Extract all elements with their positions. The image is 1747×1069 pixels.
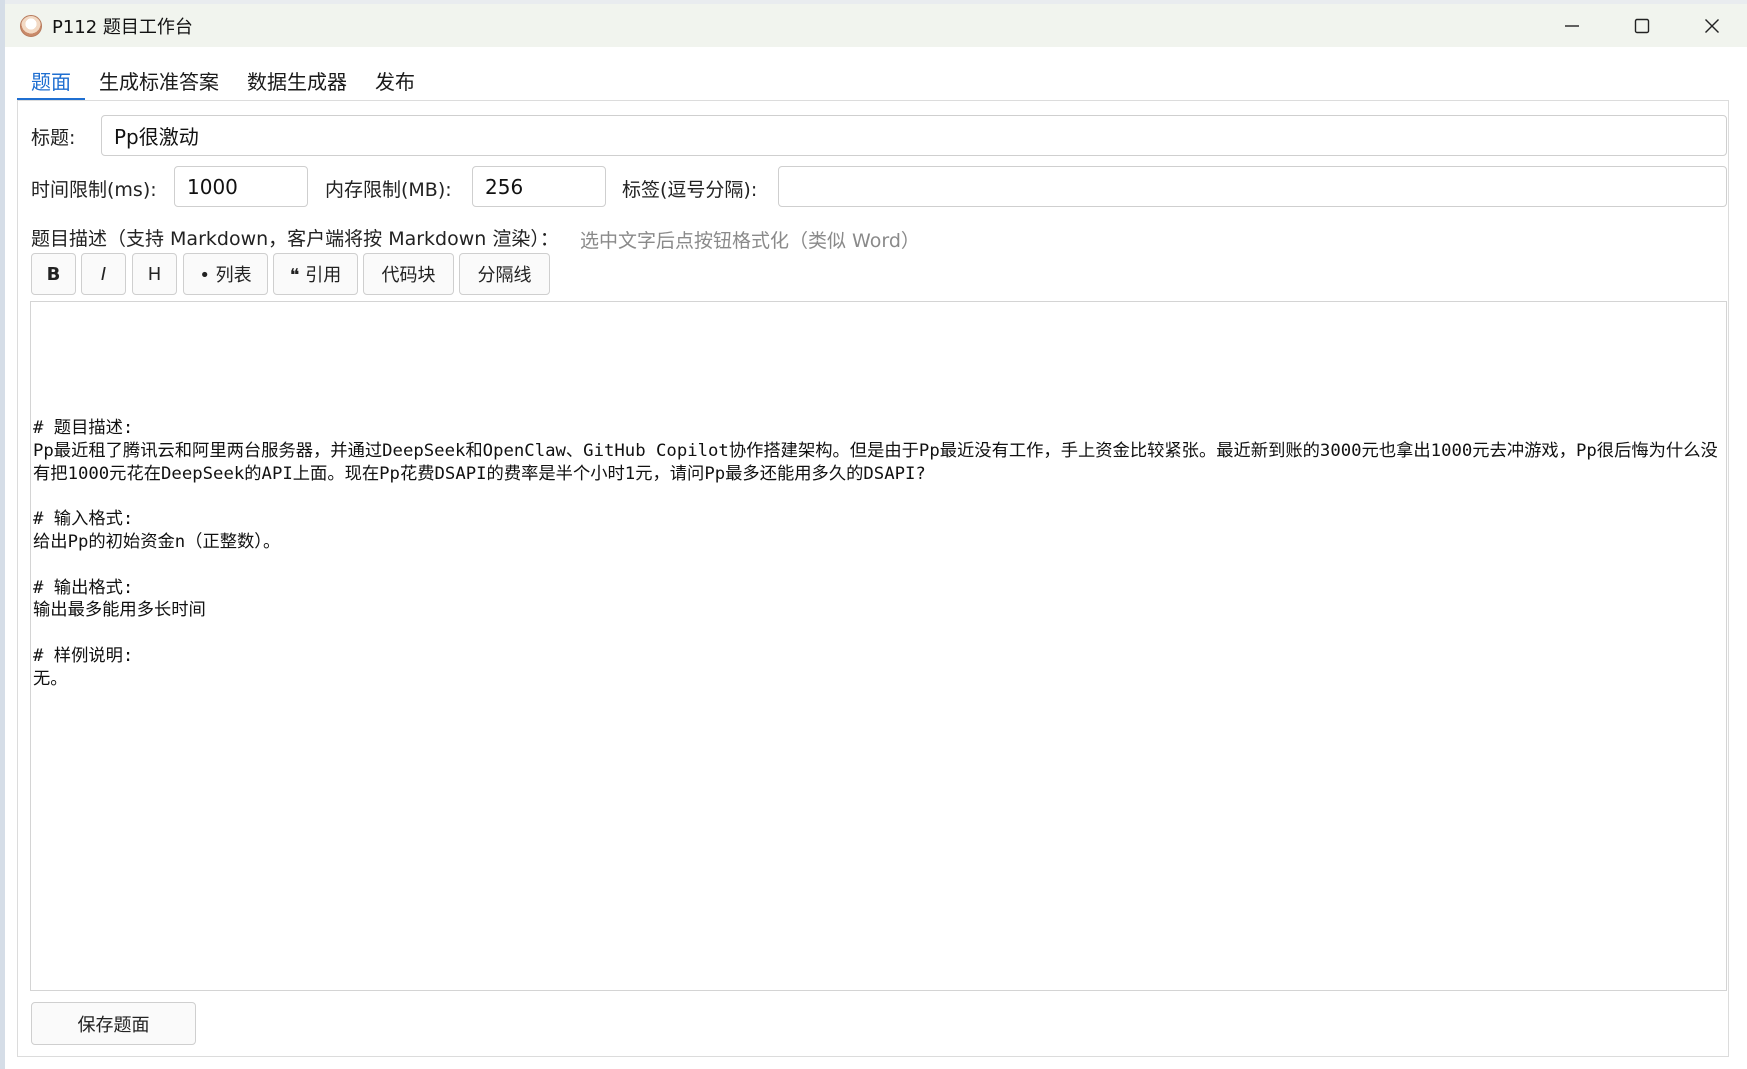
description-editor-text[interactable]: # 题目描述: Pp最近租了腾讯云和阿里两台服务器，并通过DeepSeek和Op…	[33, 417, 1723, 691]
tags-label: 标签(逗号分隔):	[622, 179, 758, 201]
title-label: 标题:	[31, 127, 76, 149]
memory-limit-label: 内存限制(MB):	[325, 179, 452, 201]
app-window: P112 题目工作台 题面 生成标准答案 数据生成器 发布 标题: Pp很激动 …	[0, 0, 1747, 1069]
tags-input[interactable]	[778, 166, 1727, 207]
tab-generate-answer[interactable]: 生成标准答案	[85, 60, 233, 100]
quote-button[interactable]: ❝ 引用	[273, 253, 358, 295]
app-logo-icon	[20, 14, 42, 37]
maximize-icon[interactable]	[1607, 4, 1677, 47]
window-title: P112 题目工作台	[52, 16, 193, 38]
minimize-icon[interactable]	[1537, 4, 1607, 47]
memory-limit-input[interactable]: 256	[472, 166, 606, 207]
time-limit-input[interactable]: 1000	[174, 166, 308, 207]
divider-button[interactable]: 分隔线	[459, 253, 550, 295]
title-input[interactable]: Pp很激动	[101, 115, 1727, 156]
window-controls	[1537, 4, 1747, 47]
time-limit-label: 时间限制(ms):	[31, 179, 157, 201]
save-problem-button[interactable]: 保存题面	[31, 1002, 196, 1045]
code-block-button[interactable]: 代码块	[363, 253, 454, 295]
tab-publish[interactable]: 发布	[361, 60, 429, 100]
list-button[interactable]: • 列表	[183, 253, 268, 295]
window-left-edge	[0, 0, 5, 1069]
tab-bar: 题面 生成标准答案 数据生成器 发布	[17, 60, 429, 101]
tab-problem-statement[interactable]: 题面	[17, 60, 85, 101]
italic-button[interactable]: I	[81, 253, 126, 295]
title-bar[interactable]: P112 题目工作台	[5, 4, 1747, 47]
formatting-hint: 选中文字后点按钮格式化（类似 Word）	[580, 230, 920, 252]
description-label: 题目描述（支持 Markdown，客户端将按 Markdown 渲染）：	[31, 228, 559, 250]
heading-button[interactable]: H	[132, 253, 177, 295]
description-editor[interactable]: # 题目描述: Pp最近租了腾讯云和阿里两台服务器，并通过DeepSeek和Op…	[30, 301, 1727, 991]
bold-button[interactable]: B	[31, 253, 76, 295]
close-icon[interactable]	[1677, 4, 1747, 47]
tab-data-generator[interactable]: 数据生成器	[233, 60, 361, 100]
